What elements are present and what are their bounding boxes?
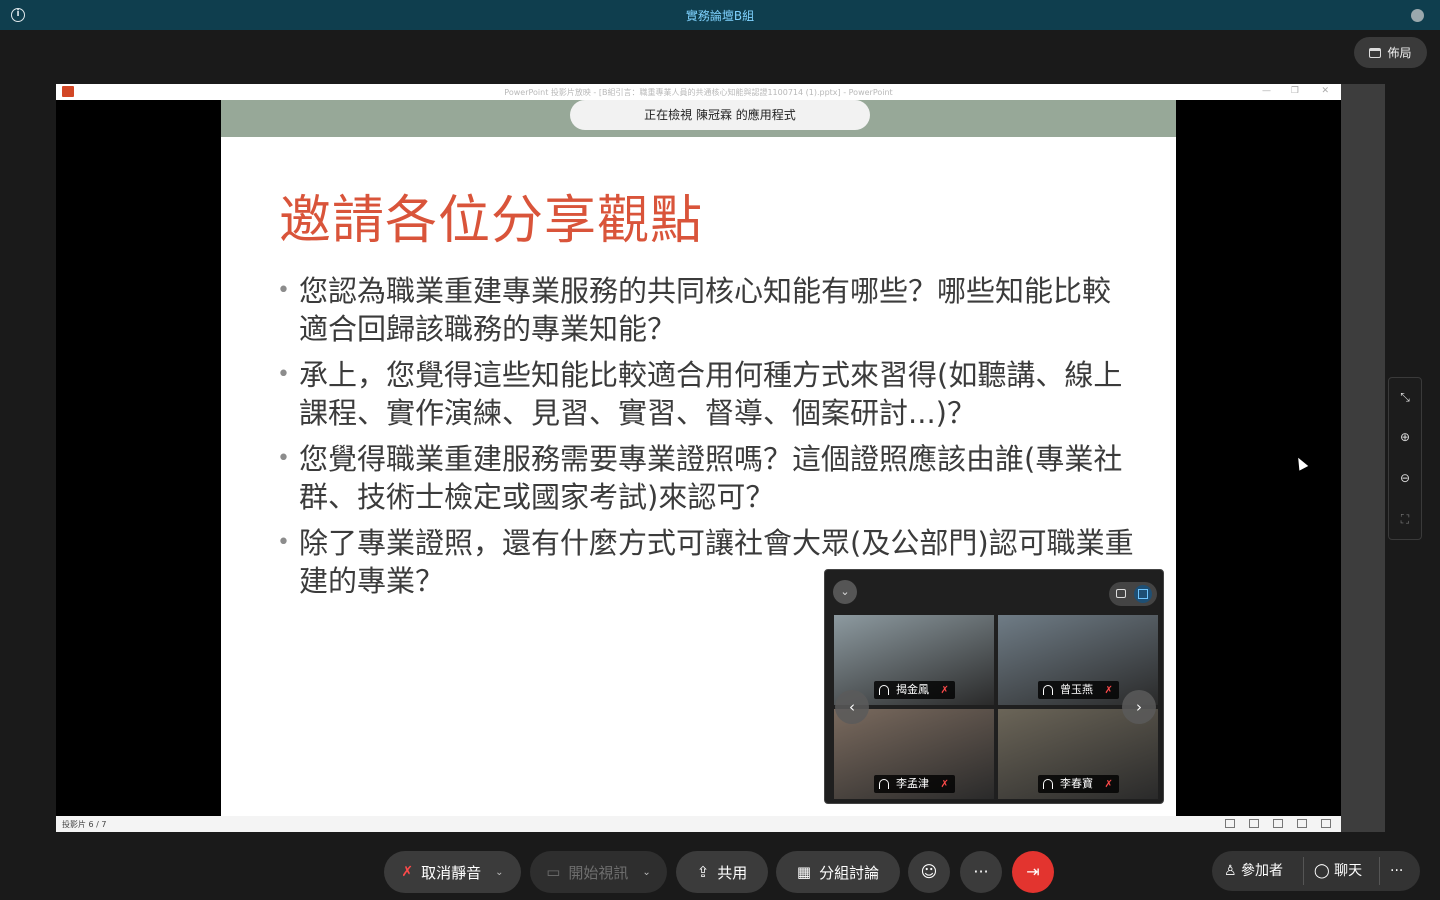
participants-label: 參加者 (1241, 863, 1284, 879)
exit-fit-icon[interactable]: ⤡ (1389, 378, 1421, 416)
slide-title: 邀請各位分享觀點 (279, 191, 704, 251)
slide-counter: 投影片 6 / 7 (62, 820, 107, 829)
meeting-title-bar: i 實務論壇B組 (0, 0, 1440, 30)
powerpoint-status-bar: 投影片 6 / 7 (56, 816, 1341, 832)
sorter-view-icon (1273, 819, 1283, 828)
meeting-title: 實務論壇B組 (685, 9, 755, 23)
slide-bullet: 您覺得職業重建服務需要專業證照嗎？這個證照應該由誰(專業社群、技術士檢定或國家考… (277, 440, 1137, 516)
speaker-view-icon[interactable] (1116, 589, 1126, 598)
participant-name: 李春寶 (1060, 777, 1093, 790)
video-off-icon: ▭ (546, 863, 561, 881)
video-options-chevron-icon[interactable]: ⌄ (642, 867, 650, 878)
gallery-view-icon[interactable] (1134, 585, 1152, 603)
participant-nametag: 李春寶 ✗ (1038, 775, 1119, 793)
headset-icon (1043, 779, 1053, 789)
slide-bullet: 承上，您覺得這些知能比較適合用何種方式來習得(如聽講、線上課程、實作演練、見習、… (277, 356, 1137, 432)
breakout-grid-icon: ▦ (796, 863, 812, 881)
share-label: 共用 (717, 863, 748, 882)
next-page-arrow-icon[interactable]: › (1122, 690, 1156, 724)
shared-window-title: PowerPoint 投影片放映 - [B組引言：職重專業人員的共通核心知能與認… (504, 88, 893, 97)
slide-bullet: 您認為職業重建專業服務的共同核心知能有哪些？哪些知能比較適合回歸該職務的專業知能… (277, 272, 1137, 348)
leave-meeting-button[interactable]: ⇥ (1012, 851, 1054, 893)
video-gallery-panel: ⌄ 揭金鳳 ✗ 曾玉燕 ✗ 李孟津 ✗ 李春寶 ✗ ‹ › (824, 569, 1164, 804)
headset-icon (1043, 685, 1053, 695)
start-video-label: 開始視訊 (568, 863, 629, 882)
breakout-rooms-button[interactable]: ▦ 分組討論 (776, 851, 900, 893)
normal-view-icon (1249, 819, 1259, 828)
zoom-control-panel: ⤡ ⊕ ⊖ ⛶ (1388, 377, 1422, 540)
zoom-out-icon[interactable]: ⊖ (1389, 459, 1421, 497)
layout-icon (1369, 47, 1382, 58)
chat-button[interactable]: ◯ 聊天 (1314, 851, 1362, 891)
participant-nametag: 揭金鳳 ✗ (874, 681, 955, 699)
security-shield-icon[interactable] (1411, 9, 1424, 22)
slideshow-view-icon (1321, 819, 1331, 828)
muted-mic-icon: ✗ (940, 685, 949, 696)
reading-view-icon (1297, 819, 1307, 828)
breakout-label: 分組討論 (819, 863, 880, 882)
gallery-view-toggle[interactable] (1109, 582, 1157, 606)
participants-button[interactable]: ♙ 參加者 (1224, 851, 1283, 891)
shared-window-titlebar: PowerPoint 投影片放映 - [B組引言：職重專業人員的共通核心知能與認… (56, 84, 1341, 100)
previous-page-arrow-icon[interactable]: ‹ (835, 690, 869, 724)
notes-view-icon (1225, 819, 1235, 828)
unmute-label: 取消靜音 (421, 863, 482, 882)
fit-screen-icon[interactable]: ⛶ (1389, 500, 1421, 538)
toolbar-divider (1379, 857, 1380, 885)
headset-icon (879, 779, 889, 789)
chat-bubble-icon: ◯ (1314, 863, 1330, 879)
muted-mic-icon: ✗ (401, 864, 414, 880)
start-video-button[interactable]: ▭ 開始視訊 ⌄ (530, 851, 667, 893)
close-icon: ✕ (1321, 86, 1329, 96)
share-button[interactable]: ⇪ 共用 (676, 851, 768, 893)
participant-name: 李孟津 (896, 777, 929, 790)
collapse-chevron-icon[interactable]: ⌄ (833, 580, 857, 604)
meeting-toolbar: ✗ 取消靜音 ⌄ ▭ 開始視訊 ⌄ ⇪ 共用 ▦ 分組討論 ☺ ··· ⇥ ♙ … (0, 843, 1440, 900)
muted-mic-icon: ✗ (1104, 779, 1113, 790)
participant-nametag: 曾玉燕 ✗ (1038, 681, 1119, 699)
participant-nametag: 李孟津 ✗ (874, 775, 955, 793)
minimize-icon: — (1262, 86, 1271, 96)
unmute-button[interactable]: ✗ 取消靜音 ⌄ (384, 851, 521, 893)
view-buttons (1225, 819, 1331, 828)
viewing-banner: 正在檢視 陳冠霖 的應用程式 (570, 100, 870, 130)
muted-mic-icon: ✗ (940, 779, 949, 790)
zoom-in-icon[interactable]: ⊕ (1389, 418, 1421, 456)
restore-icon: ❐ (1290, 86, 1299, 96)
slide-bullet-list: 您認為職業重建專業服務的共同核心知能有哪些？哪些知能比較適合回歸該職務的專業知能… (277, 272, 1137, 608)
share-side-strip (1341, 84, 1385, 832)
more-panels-button[interactable]: ··· (1390, 851, 1403, 891)
muted-mic-icon: ✗ (1104, 685, 1113, 696)
participant-name: 曾玉燕 (1060, 683, 1093, 696)
share-icon: ⇪ (696, 863, 710, 881)
headset-icon (879, 685, 889, 695)
person-icon: ♙ (1224, 863, 1237, 879)
panel-buttons-group: ♙ 參加者 ◯ 聊天 ··· (1212, 851, 1420, 891)
more-options-button[interactable]: ··· (960, 851, 1002, 893)
participant-name: 揭金鳳 (896, 683, 929, 696)
layout-label: 佈局 (1387, 46, 1412, 60)
chat-label: 聊天 (1334, 863, 1363, 879)
layout-button[interactable]: 佈局 (1354, 37, 1427, 68)
audio-options-chevron-icon[interactable]: ⌄ (495, 867, 503, 878)
reactions-smiley-icon[interactable]: ☺ (908, 851, 950, 893)
toolbar-divider (1303, 857, 1304, 885)
